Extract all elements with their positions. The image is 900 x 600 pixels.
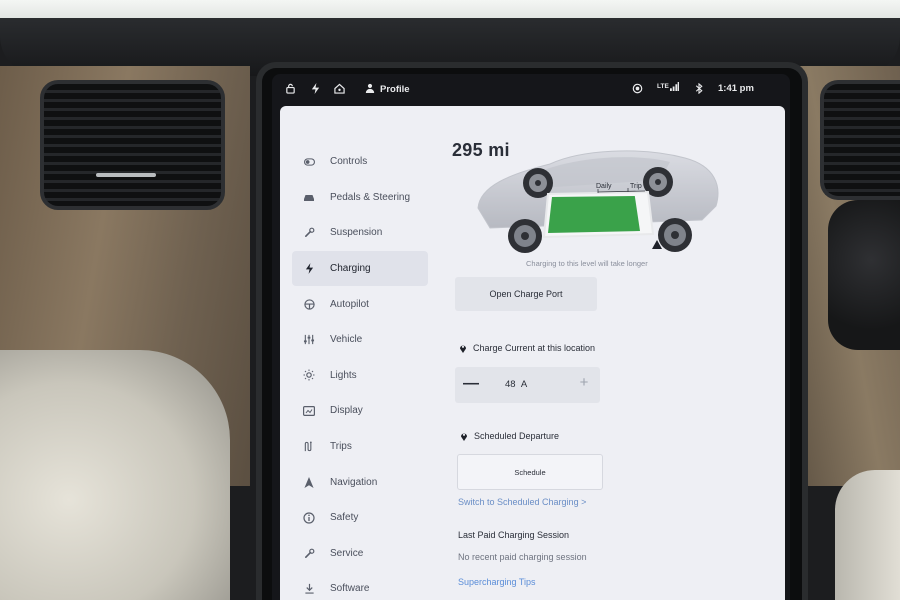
sidebar-item-label: Suspension <box>330 227 383 239</box>
scheduled-departure-header: Scheduled Departure <box>460 431 559 441</box>
car-battery-graphic: Daily Trip <box>477 150 719 253</box>
sidebar-item-lights[interactable]: Lights <box>292 358 428 394</box>
dash-knob-right <box>828 200 900 350</box>
sidebar-item-navigation[interactable]: Navigation <box>292 464 428 500</box>
sidebar-item-suspension[interactable]: Suspension <box>292 215 428 251</box>
last-paid-session-title: Last Paid Charging Session <box>458 530 570 540</box>
air-vent-right <box>820 80 900 200</box>
sidebar-item-label: Vehicle <box>330 334 363 346</box>
schedule-button[interactable]: Schedule <box>457 454 603 490</box>
sidebar-item-label: Pedals & Steering <box>330 191 411 203</box>
display-icon <box>302 404 316 418</box>
charge-current-stepper: — 48 A + <box>455 367 600 403</box>
vent-chrome-strip <box>96 173 156 177</box>
sidebar-item-trips[interactable]: Trips <box>292 429 428 465</box>
supercharging-tips-link[interactable]: Supercharging Tips <box>458 577 536 587</box>
bolt-icon <box>302 262 316 276</box>
sliders-icon <box>302 333 316 347</box>
last-paid-session-value: No recent paid charging session <box>458 552 587 562</box>
settings-sidebar: Controls Pedals & Steering Suspension Charg… <box>292 144 428 600</box>
sidebar-item-label: Controls <box>330 156 368 168</box>
profile-button[interactable]: Profile <box>380 84 410 95</box>
wrench-icon <box>302 546 316 560</box>
clock: 1:41 pm <box>718 83 754 94</box>
seat-right <box>835 470 900 600</box>
charge-level-note: Charging to this level will take longer <box>526 259 648 268</box>
charge-current-title: Charge Current at this location <box>473 343 596 353</box>
settings-panel: Controls Pedals & Steering Suspension Charg… <box>280 106 785 600</box>
bluetooth-icon[interactable] <box>693 82 705 95</box>
sidebar-item-service[interactable]: Service <box>292 536 428 572</box>
sidebar-item-label: Trips <box>330 441 352 453</box>
car-icon <box>302 190 316 204</box>
sidebar-item-vehicle[interactable]: Vehicle <box>292 322 428 358</box>
sidebar-item-label: Safety <box>330 512 359 524</box>
camera-icon[interactable] <box>631 83 643 95</box>
wrench-icon <box>302 226 316 240</box>
sidebar-item-label: Lights <box>330 369 357 381</box>
charge-current-value: 48 A <box>505 379 527 390</box>
charge-level-illustration[interactable]: Daily Trip <box>470 136 720 254</box>
sidebar-item-label: Autopilot <box>330 298 369 310</box>
trip-limit-label: Trip <box>630 183 642 190</box>
sidebar-item-charging[interactable]: Charging <box>292 250 428 287</box>
download-icon <box>302 582 316 596</box>
open-charge-port-button[interactable]: Open Charge Port <box>455 277 597 311</box>
touchscreen: Profile LTE 1:41 pm Controls Pedals & Ste… <box>272 74 790 600</box>
charge-current-number: 48 <box>505 379 516 390</box>
decrease-current-button[interactable]: — <box>463 376 479 392</box>
sidebar-item-label: Software <box>330 583 370 595</box>
sidebar-item-software[interactable]: Software <box>292 571 428 600</box>
sidebar-item-label: Charging <box>330 263 371 275</box>
homelink-icon[interactable] <box>333 83 345 95</box>
sidebar-item-autopilot[interactable]: Autopilot <box>292 286 428 322</box>
sidebar-item-label: Navigation <box>330 476 378 488</box>
network-label: LTE <box>657 83 669 90</box>
bolt-icon[interactable] <box>309 83 321 95</box>
status-bar: Profile LTE 1:41 pm <box>272 74 790 106</box>
sidebar-item-display[interactable]: Display <box>292 393 428 429</box>
wheel-front-bottom <box>658 218 692 252</box>
sidebar-item-pedals-steering[interactable]: Pedals & Steering <box>292 180 428 216</box>
switch-scheduled-charging-link[interactable]: Switch to Scheduled Charging > <box>458 497 586 507</box>
charge-current-unit: A <box>520 379 528 390</box>
signal-icon <box>670 82 679 94</box>
sun-icon <box>302 368 316 382</box>
person-icon[interactable] <box>364 83 376 95</box>
increase-current-button[interactable]: + <box>577 374 591 392</box>
daily-limit-label: Daily <box>596 183 612 190</box>
location-pin-icon <box>460 345 466 353</box>
steering-wheel-icon <box>302 297 316 311</box>
navigation-arrow-icon <box>302 475 316 489</box>
wheel-rear-bottom <box>508 219 542 253</box>
scheduled-departure-title: Scheduled Departure <box>474 431 560 441</box>
location-pin-icon <box>461 433 467 441</box>
lock-icon[interactable] <box>284 83 296 95</box>
charge-current-header: Charge Current at this location <box>459 343 595 353</box>
seat-left <box>0 350 230 600</box>
info-circle-icon <box>302 511 316 525</box>
sidebar-item-safety[interactable]: Safety <box>292 500 428 536</box>
air-vent-left <box>40 80 225 210</box>
sidebar-item-label: Service <box>330 547 364 559</box>
battery-pack <box>542 190 655 239</box>
sidebar-item-label: Display <box>330 405 363 417</box>
toggle-icon <box>302 155 316 169</box>
battery-charge-fill <box>548 196 640 233</box>
trips-icon <box>302 440 316 454</box>
sidebar-item-controls[interactable]: Controls <box>292 144 428 180</box>
